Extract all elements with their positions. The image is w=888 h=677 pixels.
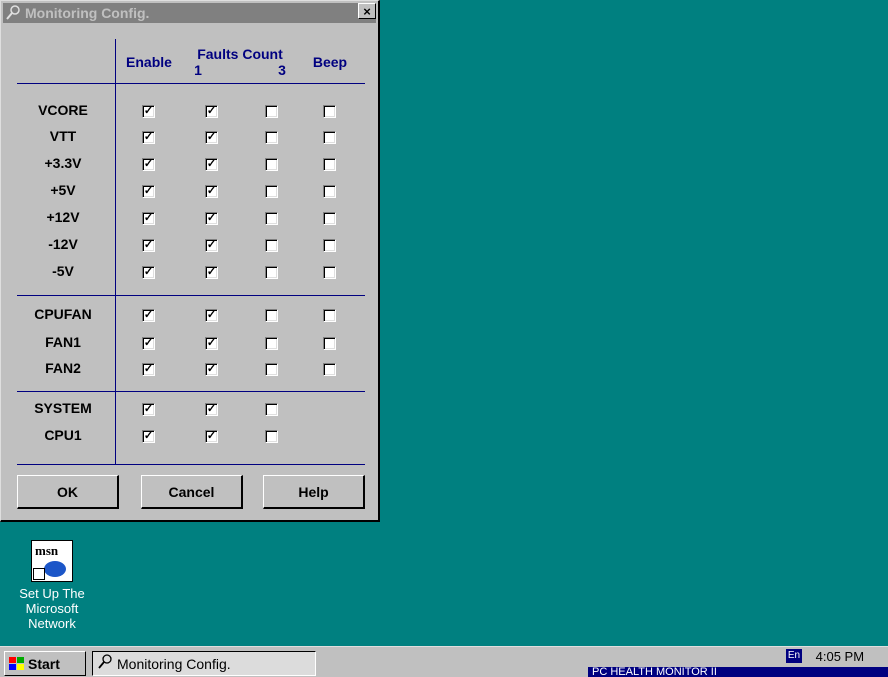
beep-checkbox[interactable] bbox=[323, 239, 336, 252]
header-fault-3: 3 bbox=[278, 62, 286, 78]
start-button[interactable]: Start bbox=[4, 651, 86, 676]
close-icon: × bbox=[363, 3, 371, 19]
enable-checkbox[interactable]: ✓ bbox=[142, 158, 155, 171]
f1-checkbox[interactable]: ✓ bbox=[205, 158, 218, 171]
row-label: +5V bbox=[50, 182, 76, 198]
enable-checkbox[interactable]: ✓ bbox=[142, 212, 155, 225]
f1-checkbox[interactable]: ✓ bbox=[205, 212, 218, 225]
shortcut-arrow-icon: ↗ bbox=[33, 568, 45, 580]
f1-checkbox[interactable]: ✓ bbox=[205, 131, 218, 144]
row-label: -5V bbox=[52, 263, 74, 279]
row-label: SYSTEM bbox=[34, 400, 92, 416]
f1-checkbox[interactable]: ✓ bbox=[205, 403, 218, 416]
windows-logo-icon bbox=[9, 657, 24, 670]
f1-checkbox[interactable]: ✓ bbox=[205, 266, 218, 279]
f3-checkbox[interactable] bbox=[265, 212, 278, 225]
enable-checkbox[interactable]: ✓ bbox=[142, 105, 155, 118]
row-label: VCORE bbox=[38, 102, 88, 118]
row-label: VTT bbox=[49, 128, 77, 144]
tooltip-pc-health-monitor: PC HEALTH MONITOR II bbox=[588, 667, 888, 677]
f1-checkbox[interactable]: ✓ bbox=[205, 337, 218, 350]
help-button[interactable]: Help bbox=[263, 475, 365, 509]
group-divider bbox=[17, 391, 365, 392]
ok-button[interactable]: OK bbox=[17, 475, 119, 509]
beep-checkbox[interactable] bbox=[323, 309, 336, 322]
beep-checkbox[interactable] bbox=[323, 158, 336, 171]
enable-checkbox[interactable]: ✓ bbox=[142, 185, 155, 198]
beep-checkbox[interactable] bbox=[323, 337, 336, 350]
row-label: +12V bbox=[46, 209, 80, 225]
wrench-icon bbox=[3, 3, 23, 23]
row-label: CPUFAN bbox=[34, 306, 92, 322]
tray-en-icon[interactable]: En bbox=[786, 649, 802, 663]
desktop-icon-msn[interactable]: msn ↗ Set Up The Microsoft Network bbox=[10, 540, 94, 631]
f3-checkbox[interactable] bbox=[265, 363, 278, 376]
f1-checkbox[interactable]: ✓ bbox=[205, 239, 218, 252]
f3-checkbox[interactable] bbox=[265, 403, 278, 416]
globe-icon bbox=[44, 561, 66, 577]
beep-checkbox[interactable] bbox=[323, 266, 336, 279]
enable-checkbox[interactable]: ✓ bbox=[142, 403, 155, 416]
f3-checkbox[interactable] bbox=[265, 158, 278, 171]
group-divider bbox=[17, 295, 365, 296]
f1-checkbox[interactable]: ✓ bbox=[205, 309, 218, 322]
beep-checkbox[interactable] bbox=[323, 185, 336, 198]
msn-label: Set Up The Microsoft Network bbox=[19, 586, 85, 631]
label-column-divider bbox=[115, 39, 116, 465]
start-label: Start bbox=[28, 655, 60, 672]
row-label: CPU1 bbox=[44, 427, 82, 443]
header-divider bbox=[17, 83, 365, 84]
beep-checkbox[interactable] bbox=[323, 212, 336, 225]
row-label: +3.3V bbox=[44, 155, 82, 171]
cancel-button[interactable]: Cancel bbox=[141, 475, 243, 509]
enable-checkbox[interactable]: ✓ bbox=[142, 363, 155, 376]
monitoring-config-window: Monitoring Config. × Enable Faults Count… bbox=[0, 0, 380, 522]
taskbar-item-label: Monitoring Config. bbox=[117, 655, 231, 672]
close-button[interactable]: × bbox=[358, 3, 376, 19]
msn-icon: msn ↗ bbox=[31, 540, 73, 582]
f3-checkbox[interactable] bbox=[265, 337, 278, 350]
enable-checkbox[interactable]: ✓ bbox=[142, 266, 155, 279]
enable-checkbox[interactable]: ✓ bbox=[142, 131, 155, 144]
beep-checkbox[interactable] bbox=[323, 131, 336, 144]
beep-checkbox[interactable] bbox=[323, 363, 336, 376]
enable-checkbox[interactable]: ✓ bbox=[142, 239, 155, 252]
f1-checkbox[interactable]: ✓ bbox=[205, 430, 218, 443]
f3-checkbox[interactable] bbox=[265, 430, 278, 443]
f3-checkbox[interactable] bbox=[265, 309, 278, 322]
enable-checkbox[interactable]: ✓ bbox=[142, 309, 155, 322]
header-fault-1: 1 bbox=[194, 62, 202, 78]
f3-checkbox[interactable] bbox=[265, 185, 278, 198]
taskbar-item-monitoring-config[interactable]: Monitoring Config. bbox=[92, 651, 316, 676]
row-label: FAN1 bbox=[45, 334, 81, 350]
enable-checkbox[interactable]: ✓ bbox=[142, 337, 155, 350]
clock: 4:05 PM bbox=[815, 649, 865, 663]
window-title: Monitoring Config. bbox=[25, 5, 150, 21]
wrench-icon bbox=[97, 654, 113, 673]
f1-checkbox[interactable]: ✓ bbox=[205, 185, 218, 198]
f3-checkbox[interactable] bbox=[265, 266, 278, 279]
f1-checkbox[interactable]: ✓ bbox=[205, 105, 218, 118]
beep-checkbox[interactable] bbox=[323, 105, 336, 118]
f3-checkbox[interactable] bbox=[265, 239, 278, 252]
row-label: -12V bbox=[48, 236, 78, 252]
header-faults-count: Faults Count bbox=[197, 46, 283, 62]
group-divider bbox=[17, 464, 365, 465]
enable-checkbox[interactable]: ✓ bbox=[142, 430, 155, 443]
header-beep: Beep bbox=[312, 54, 348, 70]
f3-checkbox[interactable] bbox=[265, 131, 278, 144]
row-label: FAN2 bbox=[45, 360, 81, 376]
title-bar[interactable]: Monitoring Config. bbox=[3, 3, 376, 23]
header-enable: Enable bbox=[126, 54, 172, 70]
f1-checkbox[interactable]: ✓ bbox=[205, 363, 218, 376]
f3-checkbox[interactable] bbox=[265, 105, 278, 118]
system-tray: En 4:05 PM bbox=[786, 649, 886, 663]
